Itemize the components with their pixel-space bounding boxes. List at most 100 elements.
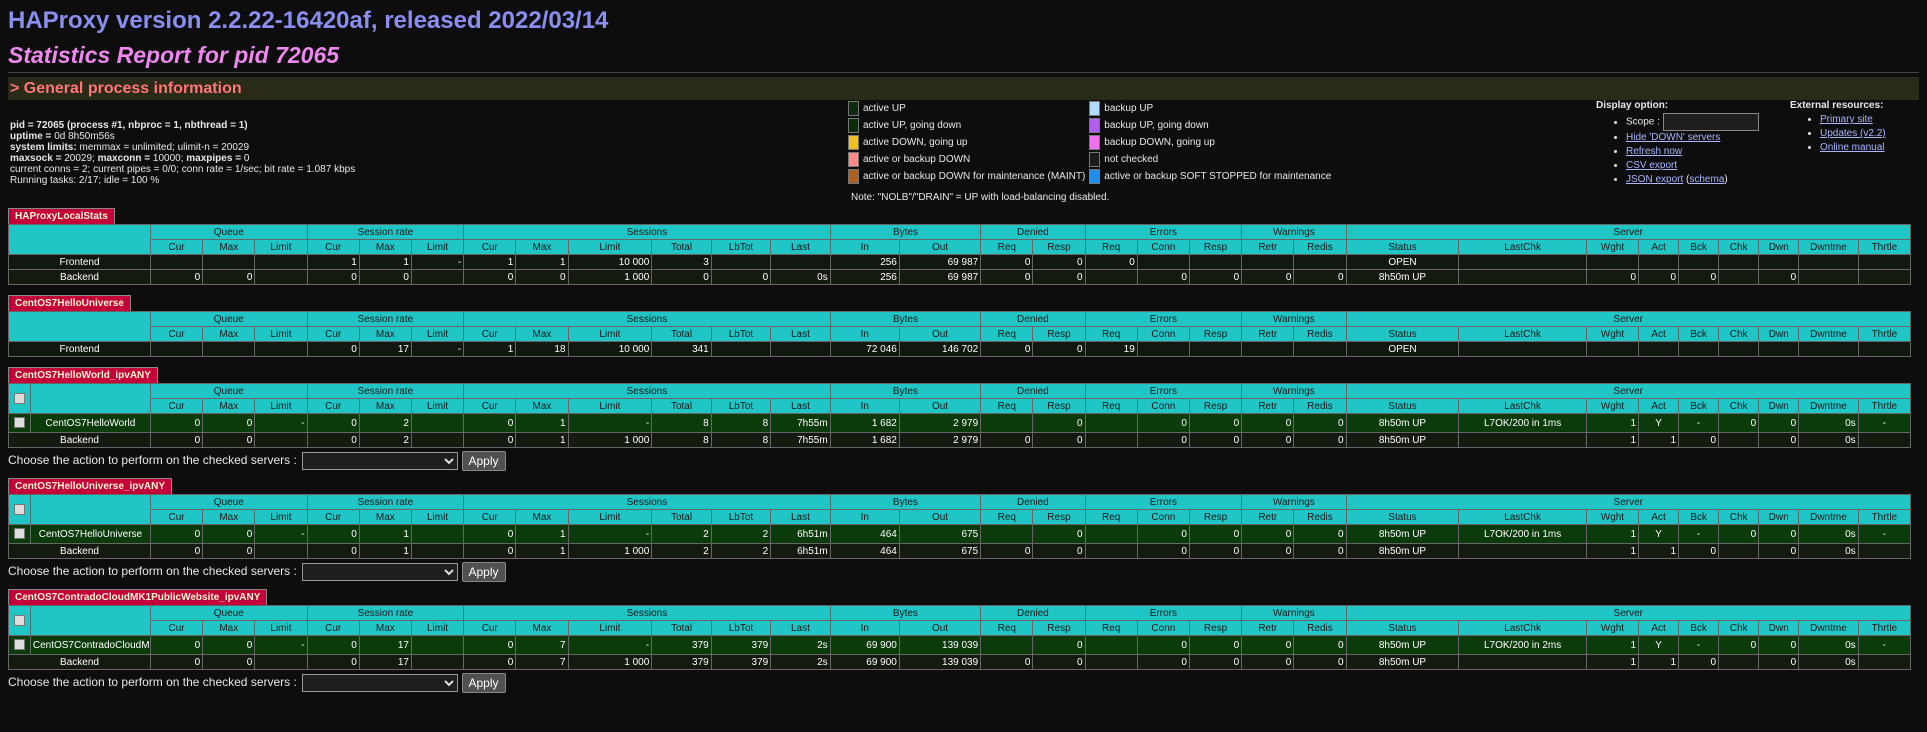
column-header: Conn bbox=[1136, 509, 1190, 525]
column-group-header: Queue bbox=[149, 494, 308, 510]
proxy-title[interactable]: CentOS7HelloWorld_ipvANY bbox=[8, 367, 158, 383]
column-header: In bbox=[829, 620, 900, 636]
proxy-title[interactable]: CentOS7HelloUniverse bbox=[8, 295, 131, 311]
uptime-label: uptime = bbox=[10, 131, 55, 142]
cell-status: 8h50m UP bbox=[1345, 524, 1460, 544]
csv-export-link[interactable]: CSV export bbox=[1626, 160, 1677, 171]
cell-dwntme bbox=[1798, 254, 1859, 270]
column-header: Act bbox=[1638, 398, 1680, 414]
column-group-header: Warnings bbox=[1241, 494, 1347, 510]
cell-last bbox=[770, 254, 831, 270]
cell-lbtot: 2 bbox=[710, 543, 772, 559]
updates-link[interactable]: Updates (v2.2) bbox=[1820, 128, 1886, 139]
column-header: Bck bbox=[1678, 509, 1720, 525]
cell-bck: - bbox=[1678, 524, 1720, 544]
select-all-checkbox[interactable] bbox=[13, 503, 25, 515]
scope-input[interactable] bbox=[1662, 113, 1759, 131]
server-action-bar: Choose the action to perform on the chec… bbox=[8, 561, 1919, 582]
column-header: Cur bbox=[463, 620, 517, 636]
apply-button[interactable]: Apply bbox=[461, 561, 506, 582]
legend-swatch bbox=[848, 169, 859, 184]
proxy-title[interactable]: CentOS7ContradoCloudMK1PublicWebsite_ipv… bbox=[8, 589, 268, 605]
select-all-checkbox[interactable] bbox=[13, 392, 25, 404]
column-header: Out bbox=[898, 620, 982, 636]
column-header: Conn bbox=[1136, 620, 1190, 636]
cell-cur: 0 bbox=[149, 432, 204, 448]
action-label: Choose the action to perform on the chec… bbox=[8, 453, 301, 467]
column-header: Max bbox=[358, 620, 412, 636]
column-header: Req bbox=[980, 509, 1034, 525]
refresh-link[interactable]: Refresh now bbox=[1626, 146, 1682, 157]
column-header: Redis bbox=[1293, 620, 1347, 636]
column-group-header: Server bbox=[1345, 605, 1912, 621]
external-resources-title: External resources: bbox=[1790, 100, 1884, 111]
row-name[interactable]: CentOS7ContradoCloudMK1PublicWebsite bbox=[29, 635, 151, 655]
column-header: Limit bbox=[410, 326, 465, 342]
column-header: Wght bbox=[1585, 326, 1640, 342]
name-header bbox=[29, 383, 151, 414]
apply-button[interactable]: Apply bbox=[461, 450, 506, 471]
action-select[interactable] bbox=[302, 673, 459, 692]
online-manual-link[interactable]: Online manual bbox=[1820, 142, 1884, 153]
column-header: Cur bbox=[149, 398, 204, 414]
proxy-title[interactable]: HAProxyLocalStats bbox=[8, 208, 115, 224]
select-cell bbox=[8, 413, 31, 433]
cell-cur: 0 bbox=[463, 654, 517, 670]
row-name[interactable]: CentOS7HelloWorld bbox=[29, 413, 151, 433]
column-header: Req bbox=[1084, 326, 1138, 342]
name-header bbox=[29, 494, 151, 525]
cell-cur: 0 bbox=[463, 269, 517, 285]
server-checkbox[interactable] bbox=[13, 639, 25, 651]
column-header: Conn bbox=[1136, 398, 1190, 414]
column-header: Cur bbox=[463, 239, 517, 255]
action-select[interactable] bbox=[302, 562, 459, 581]
primary-site-link[interactable]: Primary site bbox=[1820, 114, 1873, 125]
json-export-link[interactable]: JSON export bbox=[1626, 174, 1683, 185]
limits-value: memmax = unlimited; ulimit-n = 20029 bbox=[79, 142, 250, 153]
cell-dwntme: 0s bbox=[1798, 524, 1859, 544]
cell-max: 1 bbox=[358, 524, 412, 544]
cell-act: Y bbox=[1638, 524, 1680, 544]
cell-max: 2 bbox=[358, 432, 412, 448]
hide-down-link[interactable]: Hide 'DOWN' servers bbox=[1626, 132, 1720, 143]
cell-limit: 10 000 bbox=[567, 341, 653, 357]
select-all-cell bbox=[8, 605, 31, 636]
cell-cur bbox=[149, 254, 204, 270]
proxy-title[interactable]: CentOS7HelloUniverse_ipvANY bbox=[8, 478, 173, 494]
cell-resp: 0 bbox=[1188, 432, 1243, 448]
column-group-header: Warnings bbox=[1241, 311, 1347, 327]
cell-total: 0 bbox=[651, 269, 712, 285]
server-action-bar: Choose the action to perform on the chec… bbox=[8, 450, 1919, 471]
proxies-container: HAProxyLocalStats Queue Session rate Sessio… bbox=[8, 208, 1919, 693]
select-all-checkbox[interactable] bbox=[13, 614, 25, 626]
cell-max: 7 bbox=[515, 654, 569, 670]
cell-cur: 1 bbox=[463, 254, 517, 270]
row-name[interactable]: CentOS7HelloUniverse bbox=[29, 524, 151, 544]
tasks-line: Running tasks: 2/17; idle = 100 % bbox=[10, 175, 160, 186]
column-header: Status bbox=[1345, 239, 1460, 255]
server-checkbox[interactable] bbox=[13, 417, 25, 429]
column-header: Status bbox=[1345, 326, 1460, 342]
cell-bck: - bbox=[1678, 635, 1720, 655]
cell-redis: 0 bbox=[1293, 635, 1347, 655]
cell-wght: 1 bbox=[1585, 635, 1640, 655]
column-header: Limit bbox=[410, 620, 465, 636]
legend-label: active or backup DOWN bbox=[863, 153, 971, 165]
action-select[interactable] bbox=[302, 451, 459, 470]
apply-button[interactable]: Apply bbox=[461, 672, 506, 693]
cell-wght: 1 bbox=[1585, 543, 1640, 559]
server-checkbox[interactable] bbox=[13, 528, 25, 540]
cell-resp: 0 bbox=[1032, 524, 1086, 544]
column-header: Retr bbox=[1241, 398, 1295, 414]
proxy-title-wrap: HAProxyLocalStats bbox=[8, 208, 1919, 224]
cell-cur: 0 bbox=[463, 432, 517, 448]
column-header: Resp bbox=[1032, 509, 1086, 525]
column-header: Cur bbox=[306, 509, 360, 525]
column-header: Retr bbox=[1241, 239, 1295, 255]
cell-in: 464 bbox=[829, 524, 900, 544]
cell-lastchk bbox=[1458, 254, 1587, 270]
cell-wght bbox=[1585, 341, 1640, 357]
server-action-bar: Choose the action to perform on the chec… bbox=[8, 672, 1919, 693]
schema-link[interactable]: schema bbox=[1689, 174, 1724, 185]
column-header: Max bbox=[515, 509, 569, 525]
